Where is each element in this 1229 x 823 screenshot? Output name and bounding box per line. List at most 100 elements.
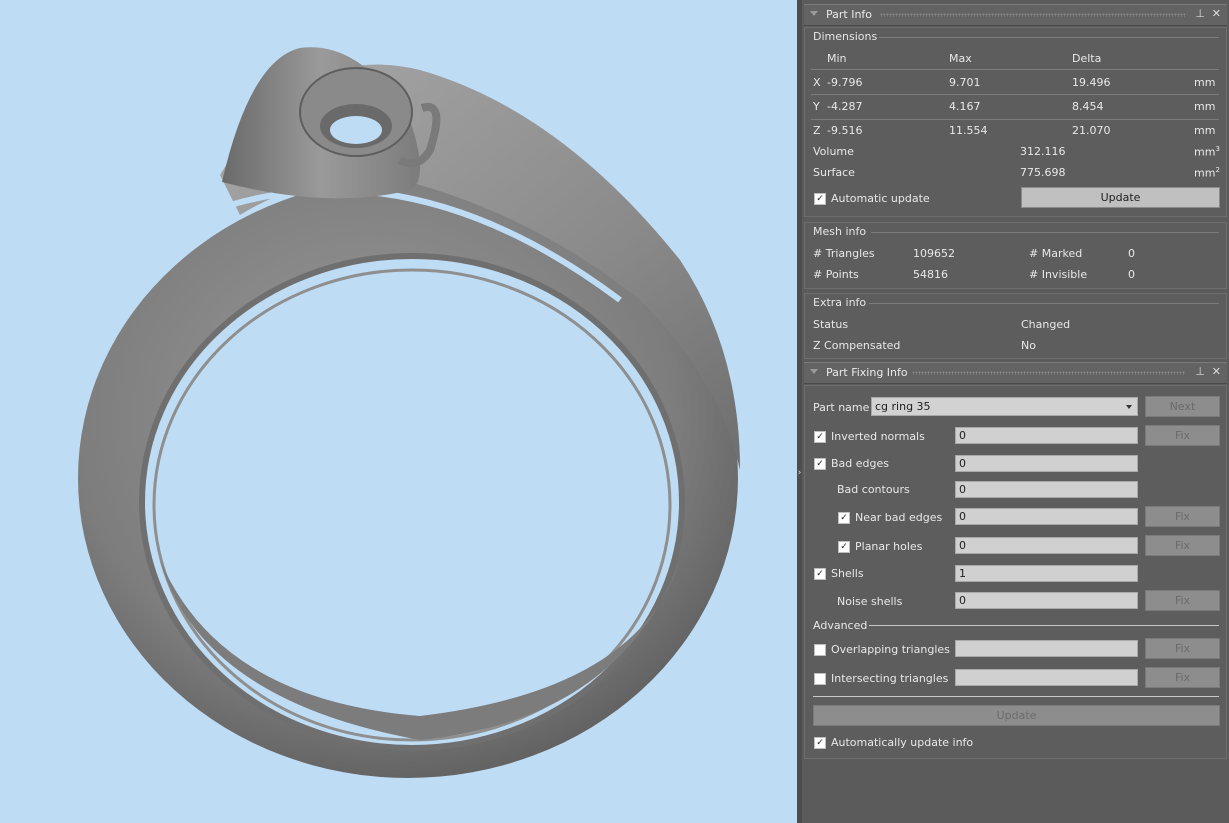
z-max: 11.554 — [949, 124, 988, 137]
part-info-header[interactable]: Part Info ⊥ ✕ — [804, 4, 1227, 26]
intersecting-triangles-label: Intersecting triangles — [831, 672, 949, 685]
extra-info-group: Extra info Status Changed Z Compensated … — [804, 293, 1227, 359]
header-delta: Delta — [1072, 52, 1102, 65]
y-max: 4.167 — [949, 100, 981, 113]
dimensions-update-button[interactable]: Update — [1021, 187, 1220, 208]
triangles-label: # Triangles — [813, 247, 875, 260]
planar-holes-label: Planar holes — [855, 540, 923, 553]
part-name-select[interactable]: cg ring 35 — [871, 397, 1138, 416]
points-value: 54816 — [913, 268, 948, 281]
near-bad-edges-checkbox[interactable]: ✓ — [838, 512, 850, 524]
axis-z: Z — [813, 124, 821, 137]
ring-inner-opening — [139, 253, 685, 751]
close-icon[interactable]: ✕ — [1212, 365, 1221, 378]
bad-contours-field[interactable]: 0 — [955, 481, 1138, 498]
part-fixing-header[interactable]: Part Fixing Info ⊥ ✕ — [804, 362, 1227, 384]
part-fixing-group: Part name cg ring 35 Next ✓ Inverted nor… — [804, 385, 1227, 759]
collapse-triangle-icon[interactable] — [810, 11, 818, 16]
header-max: Max — [949, 52, 972, 65]
intersecting-triangles-field[interactable] — [955, 669, 1138, 686]
axis-y: Y — [813, 100, 820, 113]
shells-label: Shells — [831, 567, 864, 580]
ring-model[interactable] — [0, 0, 797, 823]
collapse-triangle-icon[interactable] — [810, 369, 818, 374]
x-max: 9.701 — [949, 76, 981, 89]
z-compensated-label: Z Compensated — [813, 339, 901, 352]
near-bad-edges-label: Near bad edges — [855, 511, 943, 524]
overlapping-triangles-label: Overlapping triangles — [831, 643, 950, 656]
mesh-info-group: Mesh info # Triangles 109652 # Marked 0 … — [804, 222, 1227, 289]
intersecting-triangles-checkbox[interactable] — [814, 673, 826, 685]
surface-label: Surface — [813, 166, 855, 179]
shells-checkbox[interactable]: ✓ — [814, 568, 826, 580]
x-unit: mm — [1194, 76, 1216, 89]
bad-edges-label: Bad edges — [831, 457, 889, 470]
part-info-title: Part Info — [826, 8, 873, 21]
grip-dots — [912, 371, 1185, 375]
auto-update-info-checkbox[interactable]: ✓ — [814, 737, 826, 749]
dimensions-title: Dimensions — [813, 30, 878, 43]
triangles-value: 109652 — [913, 247, 955, 260]
overlapping-triangles-checkbox[interactable] — [814, 644, 826, 656]
volume-label: Volume — [813, 145, 854, 158]
near-bad-edges-fix-button[interactable]: Fix — [1145, 506, 1220, 527]
planar-holes-fix-button[interactable]: Fix — [1145, 535, 1220, 556]
bad-edges-field[interactable]: 0 — [955, 455, 1138, 472]
noise-shells-field[interactable]: 0 — [955, 592, 1138, 609]
axis-x: X — [813, 76, 821, 89]
invisible-label: # Invisible — [1029, 268, 1088, 281]
x-delta: 19.496 — [1072, 76, 1111, 89]
volume-value: 312.116 — [1020, 145, 1066, 158]
automatic-update-checkbox[interactable]: ✓ — [814, 193, 826, 205]
auto-update-info-label: Automatically update info — [831, 736, 974, 749]
surface-unit: mm2 — [1194, 166, 1220, 180]
z-min: -9.516 — [827, 124, 863, 137]
shells-field[interactable]: 1 — [955, 565, 1138, 582]
header-min: Min — [827, 52, 847, 65]
planar-holes-checkbox[interactable]: ✓ — [838, 541, 850, 553]
z-delta: 21.070 — [1072, 124, 1111, 137]
next-button[interactable]: Next — [1145, 396, 1220, 417]
part-name-value: cg ring 35 — [875, 400, 931, 413]
status-value: Changed — [1021, 318, 1071, 331]
chevron-down-icon[interactable] — [1126, 405, 1132, 409]
x-min: -9.796 — [827, 76, 863, 89]
advanced-label: Advanced — [813, 619, 868, 632]
pin-icon[interactable]: ⊥ — [1195, 365, 1205, 378]
extra-info-title: Extra info — [813, 296, 867, 309]
near-bad-edges-field[interactable]: 0 — [955, 508, 1138, 525]
marked-value: 0 — [1128, 247, 1135, 260]
z-unit: mm — [1194, 124, 1216, 137]
part-name-label: Part name — [813, 401, 870, 414]
3d-viewport[interactable] — [0, 0, 797, 823]
volume-unit: mm3 — [1194, 145, 1220, 159]
intersecting-triangles-fix-button[interactable]: Fix — [1145, 667, 1220, 688]
bad-contours-label: Bad contours — [837, 483, 910, 496]
bad-edges-checkbox[interactable]: ✓ — [814, 458, 826, 470]
grip-dots — [880, 13, 1185, 17]
marked-label: # Marked — [1029, 247, 1083, 260]
inverted-normals-fix-button[interactable]: Fix — [1145, 425, 1220, 446]
side-panel: Part Info ⊥ ✕ Dimensions Min Max Delta X… — [802, 0, 1229, 823]
inverted-normals-field[interactable]: 0 — [955, 427, 1138, 444]
points-label: # Points — [813, 268, 859, 281]
y-min: -4.287 — [827, 100, 863, 113]
close-icon[interactable]: ✕ — [1212, 7, 1221, 20]
noise-shells-label: Noise shells — [837, 595, 903, 608]
planar-holes-field[interactable]: 0 — [955, 537, 1138, 554]
pin-icon[interactable]: ⊥ — [1195, 7, 1205, 20]
automatic-update-label: Automatic update — [831, 192, 930, 205]
y-unit: mm — [1194, 100, 1216, 113]
fixing-update-button[interactable]: Update — [813, 705, 1220, 726]
status-label: Status — [813, 318, 849, 331]
invisible-value: 0 — [1128, 268, 1135, 281]
noise-shells-fix-button[interactable]: Fix — [1145, 590, 1220, 611]
part-fixing-title: Part Fixing Info — [826, 366, 908, 379]
overlapping-triangles-fix-button[interactable]: Fix — [1145, 638, 1220, 659]
inverted-normals-label: Inverted normals — [831, 430, 925, 443]
mesh-info-title: Mesh info — [813, 225, 867, 238]
overlapping-triangles-field[interactable] — [955, 640, 1138, 657]
inverted-normals-checkbox[interactable]: ✓ — [814, 431, 826, 443]
dimensions-group: Dimensions Min Max Delta X -9.796 9.701 … — [804, 27, 1227, 217]
surface-value: 775.698 — [1020, 166, 1066, 179]
